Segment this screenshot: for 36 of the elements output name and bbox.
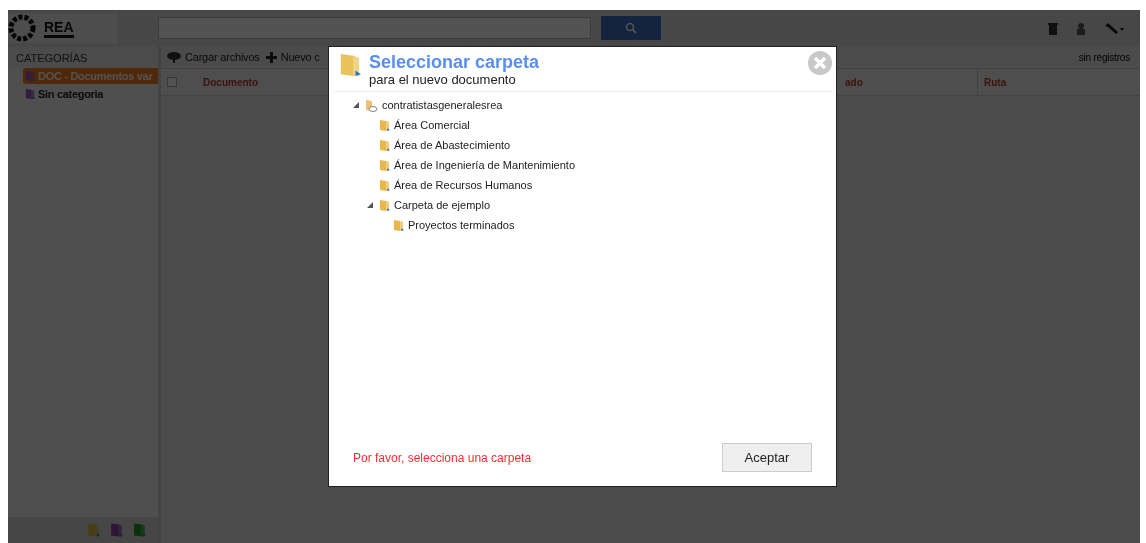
tree-item[interactable]: Área de Ingeniería de Mantenimiento [351, 155, 836, 175]
folder-icon[interactable] [110, 522, 123, 538]
folder-icon [379, 158, 390, 172]
search-button[interactable] [601, 16, 661, 40]
checkbox[interactable] [167, 77, 177, 87]
cloud-upload-icon [167, 51, 181, 63]
tree-item[interactable]: Proyectos terminados [351, 215, 836, 235]
dialog-subtitle: para el nuevo documento [369, 72, 517, 87]
cloud-folder-icon [365, 98, 378, 112]
trash-icon[interactable] [1048, 21, 1058, 35]
folder-icon [25, 70, 35, 82]
wrench-icon[interactable] [1104, 21, 1124, 35]
folder-icon[interactable] [133, 522, 146, 538]
validation-message: Por favor, selecciona una carpeta [353, 450, 532, 465]
accept-button[interactable]: Aceptar [722, 443, 812, 472]
close-button[interactable] [808, 51, 832, 75]
folder-icon [379, 118, 390, 132]
tree-item[interactable]: contratistasgeneralesrea [351, 95, 836, 115]
tree-item[interactable]: Área de Recursos Humanos [351, 175, 836, 195]
user-icon[interactable] [1076, 21, 1086, 35]
folder-icon [379, 178, 390, 192]
search-icon [625, 22, 637, 34]
folder-icon [339, 52, 361, 78]
record-count: sin registros [1078, 51, 1130, 63]
tree-item[interactable]: Área de Abastecimiento [351, 135, 836, 155]
tree-item[interactable]: Carpeta de ejemplo [351, 195, 836, 215]
logo: REA [8, 13, 118, 43]
folder-icon [379, 198, 390, 212]
folder-icon [393, 218, 404, 232]
dialog-title: Seleccionar carpeta [369, 52, 540, 72]
plus-icon [265, 51, 277, 63]
folder-icon [25, 88, 35, 100]
section-title: CATEGORÍAS [8, 46, 158, 67]
folder-icon [379, 138, 390, 152]
tree-item[interactable]: Área Comercial [351, 115, 836, 135]
folder-icon[interactable] [87, 522, 100, 538]
